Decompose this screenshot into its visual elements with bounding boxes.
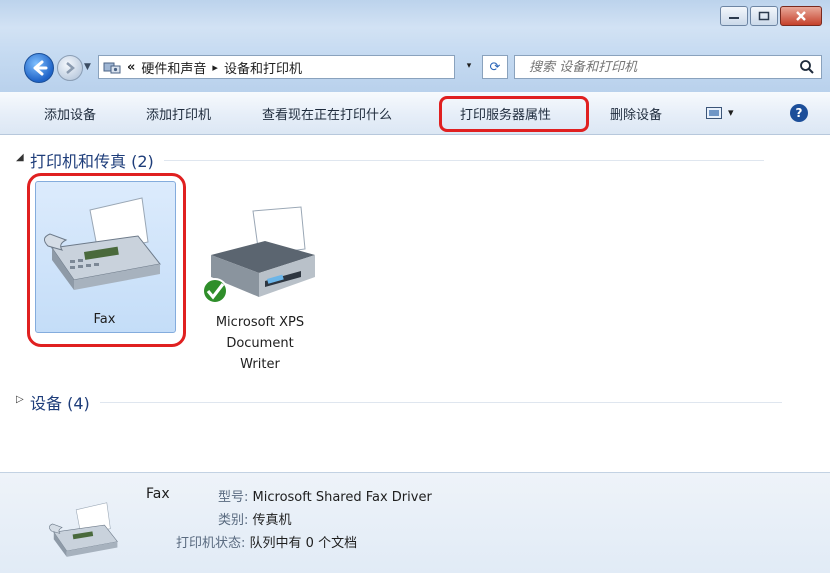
group-devices-label: 设备 (4) bbox=[30, 394, 90, 413]
details-status-label: 打印机状态: bbox=[176, 536, 246, 551]
highlight-ring-toolbar bbox=[439, 96, 589, 132]
remove-device-button[interactable]: 删除设备 bbox=[610, 104, 662, 123]
details-category-row: 类别: 传真机 bbox=[218, 509, 292, 528]
details-status-row: 打印机状态: 队列中有 0 个文档 bbox=[176, 532, 357, 551]
minimize-icon bbox=[729, 17, 739, 19]
highlight-ring-fax bbox=[27, 173, 186, 347]
forward-button[interactable] bbox=[57, 55, 83, 81]
details-model-row: 型号: Microsoft Shared Fax Driver bbox=[218, 486, 432, 505]
window-frame bbox=[0, 0, 830, 93]
address-bar[interactable]: « 硬件和声音 ▸ 设备和打印机 bbox=[98, 55, 455, 79]
check-badge-icon bbox=[202, 278, 228, 304]
view-dropdown-arrow: ▾ bbox=[728, 106, 734, 119]
details-device-name: Fax bbox=[146, 486, 170, 502]
close-icon bbox=[796, 11, 806, 21]
breadcrumb-separator[interactable]: ▸ bbox=[212, 61, 218, 74]
minimize-button[interactable] bbox=[720, 6, 748, 26]
details-model-value: Microsoft Shared Fax Driver bbox=[252, 490, 432, 505]
device-xps-writer[interactable]: Microsoft XPS Document Writer bbox=[190, 205, 330, 375]
device-xps-label-1: Microsoft XPS bbox=[215, 315, 305, 330]
expand-group-icon[interactable]: ▷ bbox=[16, 394, 24, 405]
see-whats-printing-button[interactable]: 查看现在正在打印什么 bbox=[262, 104, 392, 123]
details-category-value: 传真机 bbox=[252, 513, 292, 528]
caption-buttons bbox=[718, 6, 822, 26]
help-button[interactable]: ? bbox=[790, 104, 808, 122]
group-divider bbox=[99, 401, 782, 403]
breadcrumb-devices-printers[interactable]: 设备和打印机 bbox=[224, 58, 302, 77]
group-printers-faxes[interactable]: 打印机和传真 (2) bbox=[30, 148, 764, 172]
change-view-button[interactable]: ▾ bbox=[706, 106, 734, 119]
refresh-icon: ⟳ bbox=[489, 59, 501, 75]
fax-icon bbox=[49, 502, 118, 557]
collapse-group-icon[interactable]: ◢ bbox=[16, 152, 24, 163]
maximize-button[interactable] bbox=[750, 6, 778, 26]
back-button[interactable] bbox=[24, 53, 54, 83]
device-xps-label-3: Writer bbox=[240, 357, 280, 372]
printer-icon bbox=[202, 206, 315, 304]
back-icon bbox=[33, 60, 48, 76]
forward-icon bbox=[66, 62, 75, 74]
group-printers-label: 打印机和传真 (2) bbox=[30, 152, 154, 171]
group-divider bbox=[163, 159, 764, 161]
details-category-label: 类别: bbox=[218, 513, 249, 528]
search-input[interactable] bbox=[515, 58, 791, 76]
view-icon bbox=[706, 106, 722, 119]
group-devices[interactable]: 设备 (4) bbox=[30, 390, 782, 414]
search-icon[interactable] bbox=[799, 59, 815, 75]
refresh-button[interactable]: ⟳ bbox=[482, 55, 508, 79]
help-icon: ? bbox=[795, 106, 803, 120]
maximize-icon bbox=[758, 11, 770, 21]
details-status-value: 队列中有 0 个文档 bbox=[249, 536, 358, 551]
details-model-label: 型号: bbox=[218, 490, 249, 505]
address-overflow[interactable]: « bbox=[127, 60, 135, 75]
address-dropdown[interactable]: ▾ bbox=[458, 55, 480, 77]
add-printer-button[interactable]: 添加打印机 bbox=[146, 104, 211, 123]
devices-icon bbox=[103, 62, 121, 74]
devices-and-printers-window: ▼ « 硬件和声音 ▸ 设备和打印机 ▾ ⟳ 添加设备 添加打印机 查看现在正在… bbox=[0, 0, 830, 573]
recent-pages-dropdown[interactable]: ▼ bbox=[84, 62, 91, 72]
search-box[interactable] bbox=[514, 55, 822, 79]
device-xps-label-2: Document bbox=[226, 336, 294, 351]
close-button[interactable] bbox=[780, 6, 822, 26]
breadcrumb-hardware-sound[interactable]: 硬件和声音 bbox=[141, 58, 206, 77]
add-device-button[interactable]: 添加设备 bbox=[44, 104, 96, 123]
